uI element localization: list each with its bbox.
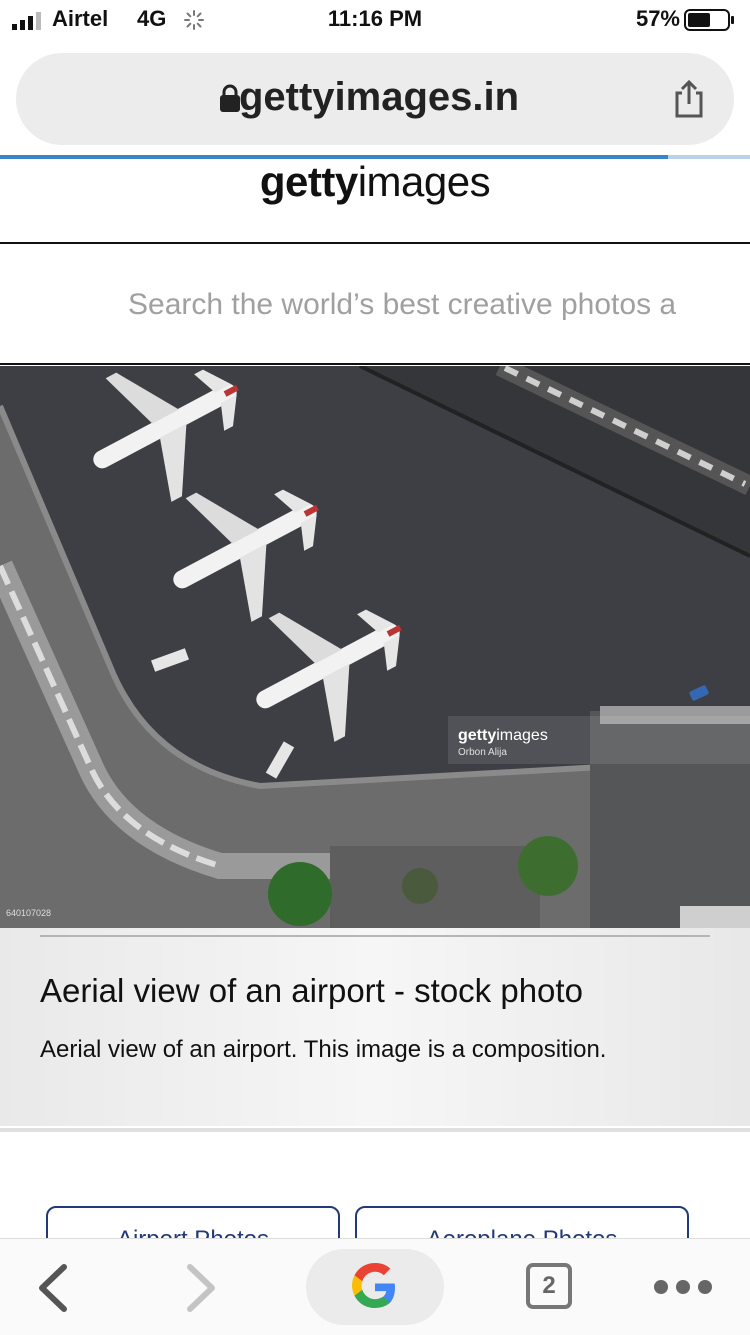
address-bar[interactable]: gettyimages.in [16,53,734,145]
aerial-airport-image [0,366,750,928]
back-arrow-icon[interactable] [30,1261,76,1315]
forward-arrow-icon[interactable] [178,1261,224,1315]
caption-divider [40,935,710,937]
photo-title: Aerial view of an airport - stock photo [40,972,583,1009]
caption-bottom-divider [0,1128,750,1132]
search-input[interactable] [128,283,688,327]
image-id: 640107028 [6,908,52,918]
photo-caption: Aerial view of an airport - stock photo … [0,928,750,1126]
gettyimages-logo[interactable]: gettyimages [0,158,750,206]
browser-toolbar: 2 [0,1238,750,1335]
share-icon[interactable] [672,79,706,119]
more-options-icon[interactable] [652,1275,714,1299]
url-text[interactable]: gettyimages.in [16,75,734,120]
header-divider [0,242,750,244]
photo-description: Aerial view of an airport. This image is… [40,1036,607,1063]
photo-watermark-logo: gettyimages [458,727,548,744]
battery-percent: 57% [635,6,680,31]
logo-bold-text: getty [259,158,358,205]
search-divider [0,363,750,365]
photo-credit: Orbon Alija [458,747,507,758]
stock-photo[interactable]: gettyimages Orbon Alija 640107028 [0,366,750,928]
google-search-button[interactable] [306,1249,444,1325]
status-bar: Airtel 4G 11:16 PM 57% [0,0,750,40]
battery-icon [684,9,734,31]
logo-thin-text: images [357,158,491,205]
google-g-icon [352,1263,395,1308]
tab-switcher-button[interactable]: 2 [526,1263,572,1309]
